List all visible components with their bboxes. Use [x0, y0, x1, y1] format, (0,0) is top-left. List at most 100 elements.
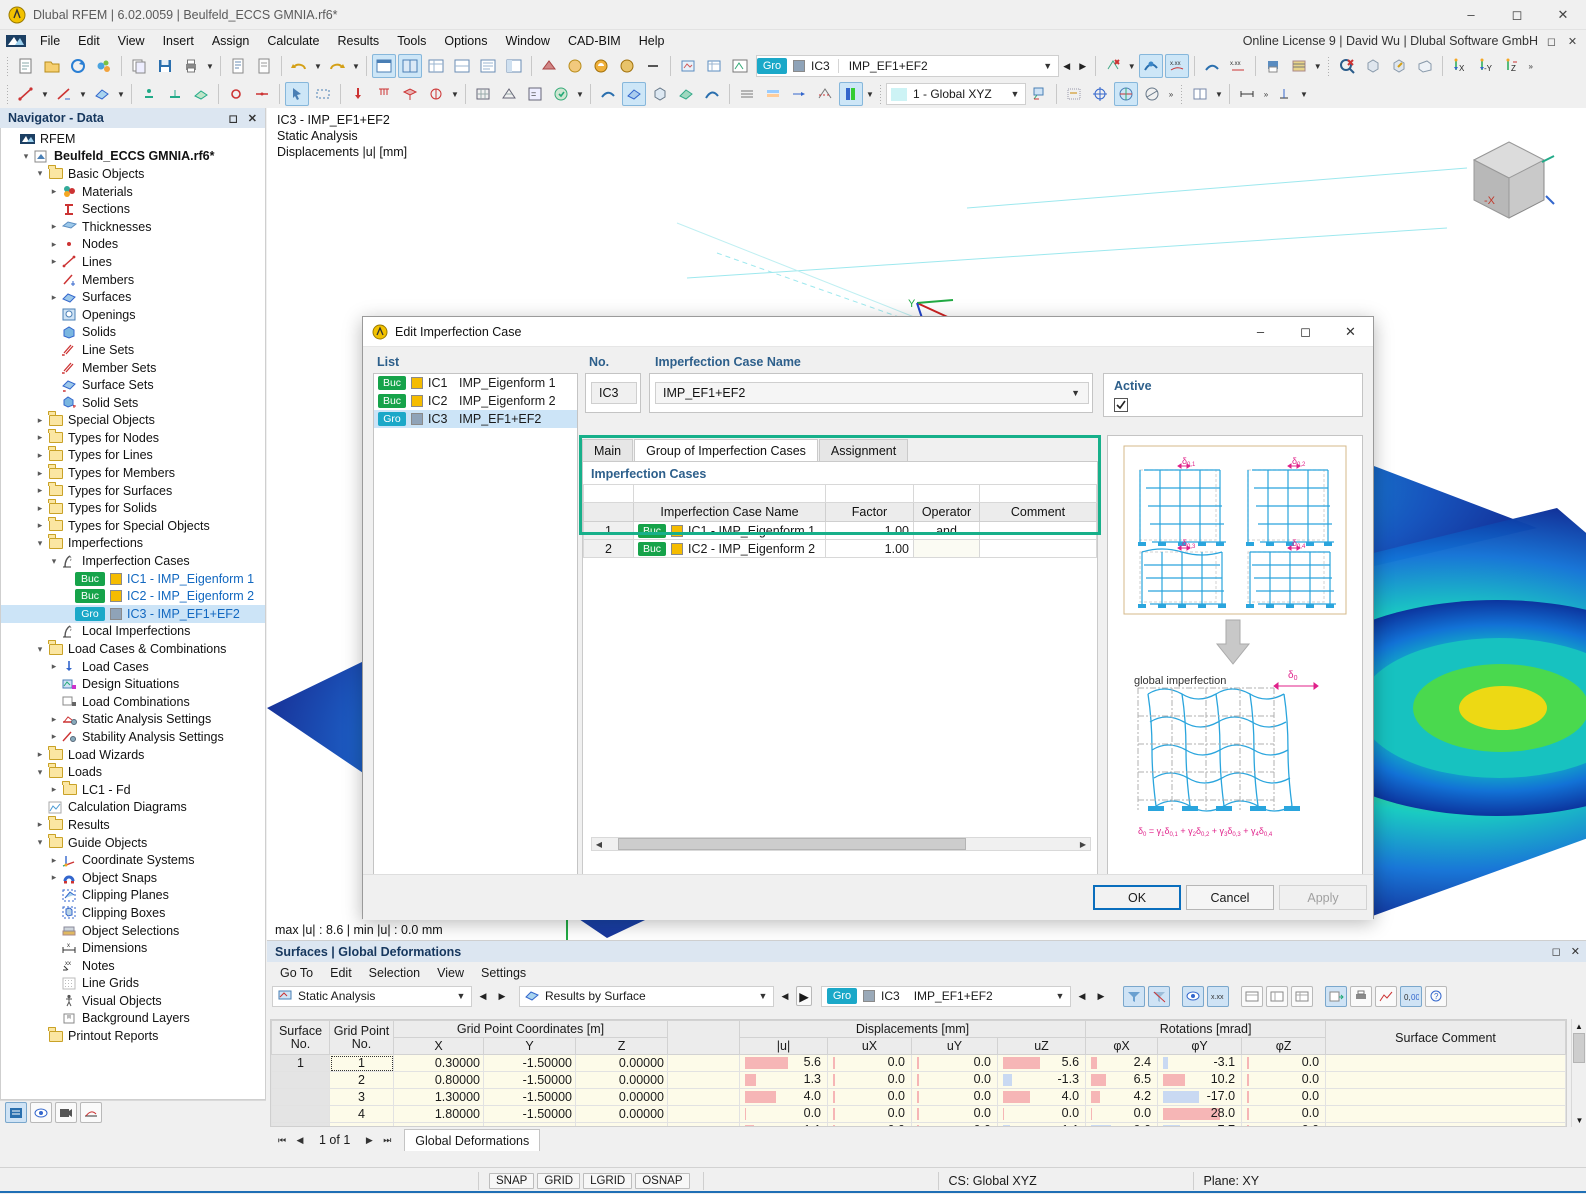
toolbar-overflow-icon[interactable]: » [1525, 54, 1537, 78]
results-prev-button[interactable]: ◀ [777, 985, 793, 1007]
hinge-icon[interactable] [224, 82, 248, 106]
menu-item-calculate[interactable]: Calculate [258, 32, 328, 50]
cell-phiz[interactable]: 0.0 [1241, 1105, 1327, 1123]
filter-off-icon[interactable] [1148, 985, 1170, 1007]
nav-item-load-cases-combinations[interactable]: ▾ Load Cases & Combinations [1, 640, 265, 658]
nav-item-load-wizards[interactable]: ▸ Load Wizards [1, 746, 265, 764]
chevron-right-icon[interactable]: ▸ [47, 855, 61, 866]
export-table-icon[interactable] [1325, 985, 1347, 1007]
nav-item-clipping-planes[interactable]: Clipping Planes [1, 887, 265, 905]
navigator-float-button[interactable]: ◻ [229, 112, 238, 125]
nav-item-members[interactable]: Members [1, 271, 265, 289]
first-page-button[interactable]: ⏮ [275, 1135, 289, 1146]
results-menu-settings[interactable]: Settings [474, 965, 533, 981]
select-window-icon[interactable] [311, 82, 335, 106]
cell-phiz[interactable]: 0.0 [1241, 1054, 1327, 1072]
results-menu-view[interactable]: View [430, 965, 471, 981]
nav-item-ic2-imp-eigenform-2[interactable]: Buc IC2 - IMP_Eigenform 2 [1, 587, 265, 605]
cell-u[interactable]: 1.1 [739, 1122, 829, 1126]
cell-surface-comment[interactable] [1325, 1088, 1566, 1106]
chevron-right-icon[interactable]: ▸ [47, 292, 61, 303]
navigator-tree[interactable]: RFEM ▾ Beulfeld_ECCS GMNIA.rf6* ▾ Basic Obje… [0, 128, 266, 1100]
status-toggle-lgrid[interactable]: LGRID [583, 1172, 633, 1189]
cell-ux[interactable]: 0.0 [827, 1071, 913, 1089]
nav-item-member-sets[interactable]: Member Sets [1, 359, 265, 377]
chevron-down-icon[interactable]: ▼ [1050, 991, 1070, 1001]
table-row[interactable]: 3 1.30000 -1.50000 0.00000 4.0 0.0 0.0 4.0 4.2 -1… [271, 1088, 1566, 1106]
cell-y[interactable]: -1.50000 [483, 1054, 576, 1072]
chevron-down-icon[interactable]: ▼ [1071, 388, 1080, 398]
results-view-icon[interactable] [1182, 985, 1204, 1007]
nav-item-notes[interactable]: xx Notes [1, 957, 265, 975]
color-scale-icon[interactable] [839, 82, 863, 106]
scroll-down-icon[interactable]: ▼ [1572, 1113, 1586, 1127]
nav-item-rfem[interactable]: RFEM [1, 130, 265, 148]
nav-item-types-for-surfaces[interactable]: ▸ Types for Surfaces [1, 482, 265, 500]
tab-main[interactable]: Main [582, 439, 634, 462]
chevron-right-icon[interactable]: ▸ [33, 432, 47, 443]
row-factor[interactable]: 1.00 [825, 521, 914, 540]
ortho-icon[interactable] [1114, 82, 1138, 106]
nav-item-results[interactable]: ▸ Results [1, 816, 265, 834]
draw-line-icon[interactable] [14, 82, 38, 106]
table-row[interactable]: 2 0.80000 -1.50000 0.00000 1.3 0.0 0.0 -1.3 6.5 1… [271, 1071, 1566, 1089]
table-horizontal-scrollbar[interactable]: ◀ ▶ [591, 837, 1091, 851]
solve-dropdown-icon[interactable]: ▼ [574, 82, 586, 106]
results-menu-go-to[interactable]: Go To [273, 965, 320, 981]
nav-item-lines[interactable]: ▸ Lines [1, 253, 265, 271]
results-scroll-thumb[interactable] [1573, 1033, 1585, 1063]
toolbar-grip[interactable] [6, 56, 10, 76]
load-line-icon[interactable] [372, 82, 396, 106]
analysis-prev-button[interactable]: ◀ [475, 985, 491, 1007]
chevron-down-icon[interactable]: ▾ [19, 151, 33, 162]
cell-uz[interactable]: 0.0 [997, 1105, 1087, 1123]
cell-uy[interactable]: 0.0 [911, 1054, 999, 1072]
nav-item-visual-objects[interactable]: Visual Objects [1, 992, 265, 1010]
chevron-right-icon[interactable]: ▸ [33, 503, 47, 514]
chevron-down-icon[interactable]: ▼ [1005, 89, 1025, 99]
chevron-down-icon[interactable]: ▾ [33, 538, 47, 549]
nav-item-types-for-nodes[interactable]: ▸ Types for Nodes [1, 429, 265, 447]
menu-item-results[interactable]: Results [329, 32, 389, 50]
load-force-icon[interactable] [346, 82, 370, 106]
document-icon[interactable] [252, 54, 276, 78]
coordinate-system-combo[interactable]: 1 - Global XYZ ▼ [886, 83, 1026, 105]
chevron-right-icon[interactable]: ▸ [33, 468, 47, 479]
list-item[interactable]: Buc IC2 IMP_Eigenform 2 [374, 392, 577, 410]
release-icon[interactable] [250, 82, 274, 106]
chevron-down-icon[interactable]: ▼ [451, 991, 471, 1001]
nav-item-load-combinations[interactable]: Load Combinations [1, 693, 265, 711]
results-next-button[interactable]: ▶ [796, 986, 812, 1006]
nav-item-surfaces[interactable]: ▸ Surfaces [1, 288, 265, 306]
row-factor[interactable]: 1.00 [825, 539, 914, 558]
nav-item-solid-sets[interactable]: Solid Sets [1, 394, 265, 412]
view-list-icon[interactable] [476, 54, 500, 78]
undo-icon[interactable] [287, 54, 311, 78]
dialog-tabs[interactable]: Main Group of Imperfection Cases Assignmen… [582, 438, 909, 462]
nav-item-stability-analysis-settings[interactable]: ▸ Stability Analysis Settings [1, 728, 265, 746]
navigator-close-button[interactable]: ✕ [248, 112, 257, 125]
deform-icon[interactable] [700, 82, 724, 106]
nav-item-line-sets[interactable]: Line Sets [1, 341, 265, 359]
chevron-right-icon[interactable]: ▸ [47, 256, 61, 267]
chart-icon[interactable] [1375, 985, 1397, 1007]
save-icon[interactable] [153, 54, 177, 78]
cell-grid-point-no[interactable]: 4 [329, 1105, 394, 1123]
draw-surface-dropdown-icon[interactable]: ▼ [115, 82, 127, 106]
nav-item-background-layers[interactable]: Background Layers [1, 1010, 265, 1028]
perspective-icon[interactable] [1413, 54, 1437, 78]
scroll-up-icon[interactable]: ▲ [1572, 1019, 1586, 1033]
contour-icon[interactable] [674, 82, 698, 106]
solve-icon[interactable] [549, 82, 573, 106]
cell-surface-comment[interactable] [1325, 1105, 1566, 1123]
row-case-name-cell[interactable]: Buc IC2 - IMP_Eigenform 2 [633, 539, 826, 558]
section-icon[interactable] [813, 82, 837, 106]
value-format-icon[interactable]: 0, 00 [1400, 985, 1422, 1007]
chevron-right-icon[interactable]: ▸ [33, 520, 47, 531]
tab-group-of-imperfection-cases[interactable]: Group of Imperfection Cases [634, 439, 818, 462]
snap-overflow-icon[interactable]: » [1165, 82, 1177, 106]
nav-item-ic1-imp-eigenform-1[interactable]: Buc IC1 - IMP_Eigenform 1 [1, 570, 265, 588]
results-menu-edit[interactable]: Edit [323, 965, 359, 981]
cell-surface-comment[interactable] [1325, 1071, 1566, 1089]
ok-button[interactable]: OK [1093, 885, 1181, 910]
